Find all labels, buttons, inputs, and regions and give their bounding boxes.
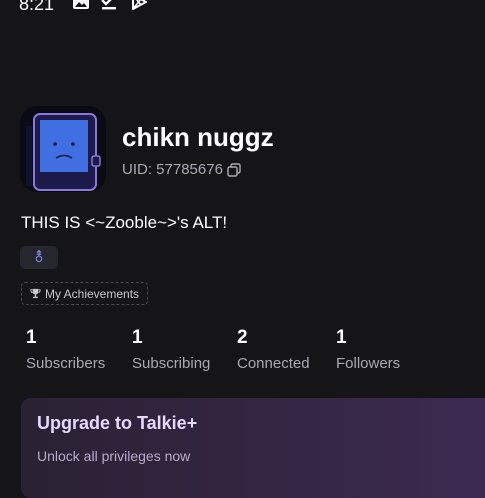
copy-icon[interactable] [227, 162, 241, 177]
stat-count: 1 [132, 327, 143, 348]
image-icon [73, 0, 89, 9]
gender-icon: ⚨ [33, 249, 45, 265]
check-done-icon [101, 0, 116, 10]
stat-count: 1 [26, 327, 37, 348]
uid-row: UID: 57785676 [122, 161, 241, 178]
status-bar: 8:21 [0, 0, 485, 20]
avatar-image [20, 106, 106, 192]
achievements-label: My Achievements [45, 286, 140, 301]
profile-name: chikn nuggz [122, 122, 274, 152]
profile-bio: THIS IS <~Zooble~>'s ALT! [21, 213, 228, 232]
upgrade-title: Upgrade to Talkie+ [37, 413, 198, 433]
stat-subscribers[interactable]: 1 Subscribers [26, 327, 105, 372]
stat-count: 1 [336, 327, 347, 348]
upgrade-banner[interactable]: Upgrade to Talkie+ Unlock all privileges… [21, 398, 485, 498]
stat-followers[interactable]: 1 Followers [336, 327, 400, 372]
status-time: 8:21 [19, 0, 55, 14]
avatar[interactable] [20, 106, 106, 192]
achievements-button[interactable]: My Achievements [21, 282, 149, 305]
stat-connected[interactable]: 2 Connected [237, 327, 310, 372]
stat-subscribing[interactable]: 1 Subscribing [132, 327, 210, 372]
trophy-icon [30, 288, 41, 299]
stat-label: Connected [237, 355, 310, 372]
stat-label: Subscribers [26, 355, 106, 372]
uid-text: UID: 57785676 [122, 161, 223, 178]
stat-label: Subscribing [132, 355, 211, 372]
stat-label: Followers [336, 355, 401, 372]
play-store-icon [132, 0, 147, 10]
upgrade-subtitle: Unlock all privileges now [37, 448, 191, 464]
gender-badge: ⚨ [20, 246, 58, 269]
stat-count: 2 [237, 327, 248, 348]
